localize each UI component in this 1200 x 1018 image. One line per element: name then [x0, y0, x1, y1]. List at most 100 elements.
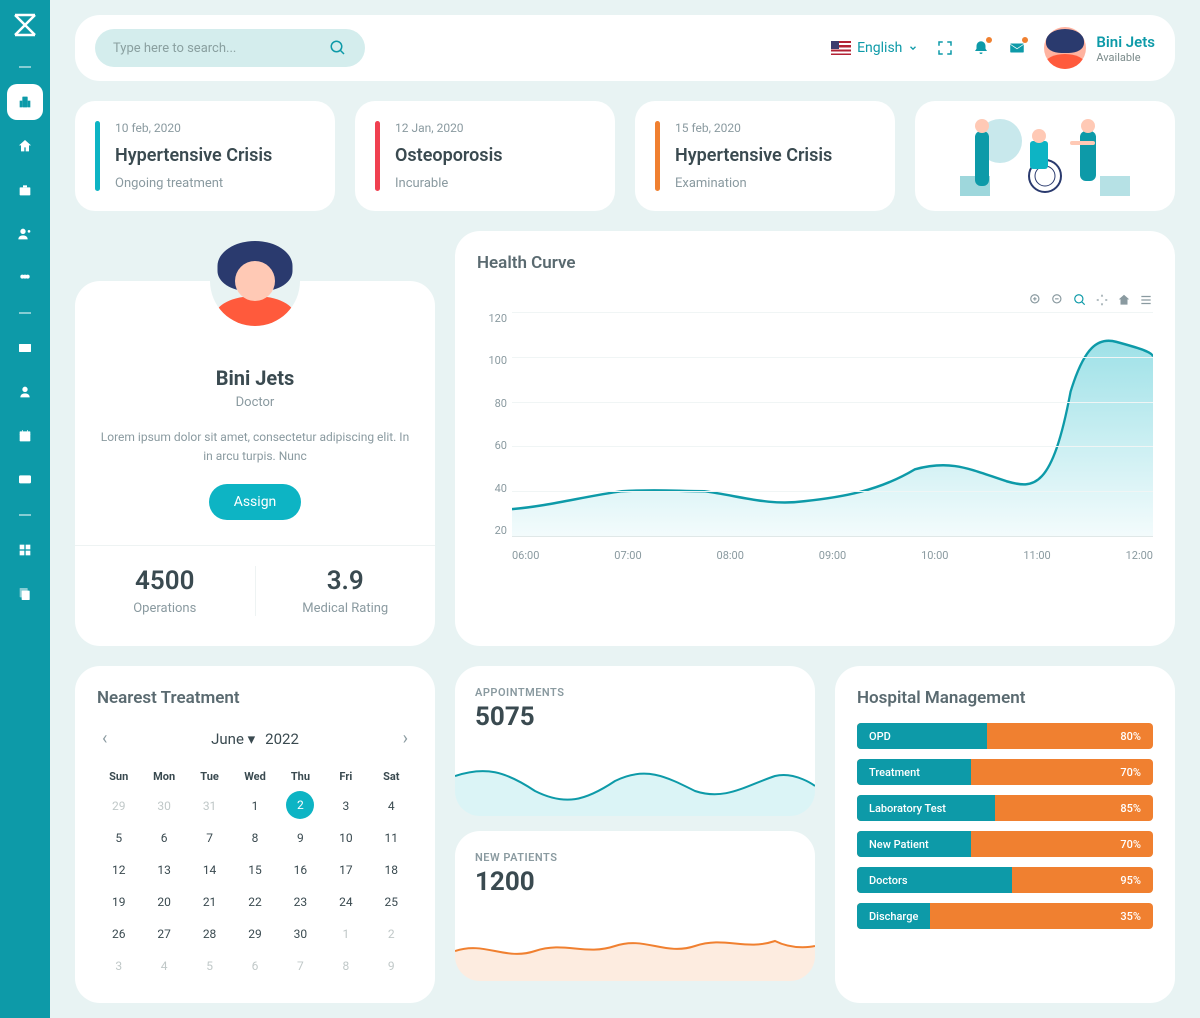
cal-day[interactable]: 22 — [233, 887, 276, 917]
zoom-icon[interactable] — [1073, 293, 1087, 307]
cal-day[interactable]: 7 — [188, 823, 231, 853]
cal-day[interactable]: 26 — [97, 919, 140, 949]
hm-bar: New Patient 70% — [857, 831, 1153, 857]
diagnosis-card[interactable]: 15 feb, 2020 Hypertensive Crisis Examina… — [635, 101, 895, 211]
cal-year[interactable]: 2022 — [265, 730, 299, 748]
stat-rating: 3.9 Medical Rating — [256, 566, 436, 616]
cal-day[interactable]: 28 — [188, 919, 231, 949]
nav-profile[interactable] — [7, 374, 43, 410]
cal-day[interactable]: 23 — [279, 887, 322, 917]
search-box[interactable] — [95, 29, 365, 67]
cal-day[interactable]: 29 — [233, 919, 276, 949]
hm-name: Discharge — [869, 910, 918, 923]
avatar — [1044, 27, 1086, 69]
chart-toolbar — [477, 293, 1153, 307]
assign-button[interactable]: Assign — [209, 484, 302, 520]
hm-name: Treatment — [869, 766, 920, 779]
nav-briefcase[interactable] — [7, 172, 43, 208]
hm-percent: 95% — [1120, 874, 1141, 887]
user-status: Available — [1096, 51, 1155, 64]
mail-icon[interactable] — [1008, 39, 1026, 57]
cal-day[interactable]: 31 — [188, 791, 231, 821]
cal-day[interactable]: 2 — [370, 919, 413, 949]
diag-title: Hypertensive Crisis — [675, 145, 832, 166]
cal-day[interactable]: 1 — [324, 919, 367, 949]
language-selector[interactable]: English — [831, 40, 918, 56]
cal-day[interactable]: 12 — [97, 855, 140, 885]
hm-percent: 80% — [1120, 730, 1141, 743]
cal-day[interactable]: 8 — [324, 951, 367, 981]
cal-day[interactable]: 3 — [97, 951, 140, 981]
cal-day[interactable]: 8 — [233, 823, 276, 853]
nav-mail[interactable] — [7, 330, 43, 366]
zoom-in-icon[interactable] — [1029, 293, 1043, 307]
profile-role: Doctor — [100, 395, 410, 410]
cal-day[interactable]: 9 — [279, 823, 322, 853]
cal-day[interactable]: 15 — [233, 855, 276, 885]
cal-day[interactable]: 18 — [370, 855, 413, 885]
cal-day[interactable]: 5 — [188, 951, 231, 981]
cal-day-header: Thu — [279, 764, 322, 789]
cal-day[interactable]: 21 — [188, 887, 231, 917]
cal-day-header: Tue — [188, 764, 231, 789]
hm-bar: Discharge 35% — [857, 903, 1153, 929]
cal-day[interactable]: 14 — [188, 855, 231, 885]
fullscreen-icon[interactable] — [936, 39, 954, 57]
nav-user[interactable] — [7, 216, 43, 252]
pan-icon[interactable] — [1095, 293, 1109, 307]
cal-day[interactable]: 19 — [97, 887, 140, 917]
diagnosis-card[interactable]: 12 Jan, 2020 Osteoporosis Incurable — [355, 101, 615, 211]
cal-day[interactable]: 24 — [324, 887, 367, 917]
cal-day[interactable]: 17 — [324, 855, 367, 885]
cal-day[interactable]: 1 — [233, 791, 276, 821]
cal-day[interactable]: 2 — [286, 791, 314, 819]
cal-month[interactable]: June ▾ — [211, 730, 255, 748]
cal-day[interactable]: 10 — [324, 823, 367, 853]
cal-day[interactable]: 5 — [97, 823, 140, 853]
diagnosis-card[interactable]: 10 feb, 2020 Hypertensive Crisis Ongoing… — [75, 101, 335, 211]
menu-icon[interactable] — [1139, 293, 1153, 307]
search-input[interactable] — [113, 41, 319, 56]
health-curve-card: Health Curve 12010080604020 06 — [455, 231, 1175, 646]
cal-day[interactable]: 27 — [142, 919, 185, 949]
diag-status: Incurable — [395, 176, 503, 191]
cal-day[interactable]: 25 — [370, 887, 413, 917]
bell-icon[interactable] — [972, 39, 990, 57]
cal-prev[interactable]: ‹ — [97, 723, 112, 754]
sparkline — [455, 921, 815, 981]
nav-users[interactable] — [7, 260, 43, 296]
cal-day[interactable]: 4 — [142, 951, 185, 981]
home-icon[interactable] — [1117, 293, 1131, 307]
nav-chat[interactable] — [7, 462, 43, 498]
x-tick: 07:00 — [614, 549, 641, 562]
cal-next[interactable]: › — [398, 723, 413, 754]
search-icon[interactable] — [329, 39, 347, 57]
diag-bar — [375, 121, 380, 191]
user-menu[interactable]: Bini Jets Available — [1044, 27, 1155, 69]
cal-day[interactable]: 3 — [324, 791, 367, 821]
nav-home[interactable] — [7, 128, 43, 164]
cal-day[interactable]: 29 — [97, 791, 140, 821]
zoom-out-icon[interactable] — [1051, 293, 1065, 307]
cal-day[interactable]: 13 — [142, 855, 185, 885]
cal-day[interactable]: 16 — [279, 855, 322, 885]
card-title: Hospital Management — [857, 688, 1153, 708]
cal-day[interactable]: 30 — [279, 919, 322, 949]
nav-hospital[interactable] — [7, 84, 43, 120]
nav-copy[interactable] — [7, 576, 43, 612]
health-chart: 12010080604020 06:0007:0008:0009:0010:00… — [477, 312, 1153, 562]
logo-icon — [10, 10, 40, 40]
cal-day[interactable]: 7 — [279, 951, 322, 981]
hm-name: Doctors — [869, 874, 908, 887]
cal-day[interactable]: 11 — [370, 823, 413, 853]
x-tick: 09:00 — [819, 549, 846, 562]
nav-widgets[interactable] — [7, 532, 43, 568]
cal-day[interactable]: 6 — [233, 951, 276, 981]
cal-day[interactable]: 6 — [142, 823, 185, 853]
cal-day[interactable]: 30 — [142, 791, 185, 821]
nearest-treatment-card: Nearest Treatment ‹ June ▾ 2022 › SunMon… — [75, 666, 435, 1003]
cal-day[interactable]: 4 — [370, 791, 413, 821]
cal-day[interactable]: 9 — [370, 951, 413, 981]
nav-calendar[interactable] — [7, 418, 43, 454]
cal-day[interactable]: 20 — [142, 887, 185, 917]
